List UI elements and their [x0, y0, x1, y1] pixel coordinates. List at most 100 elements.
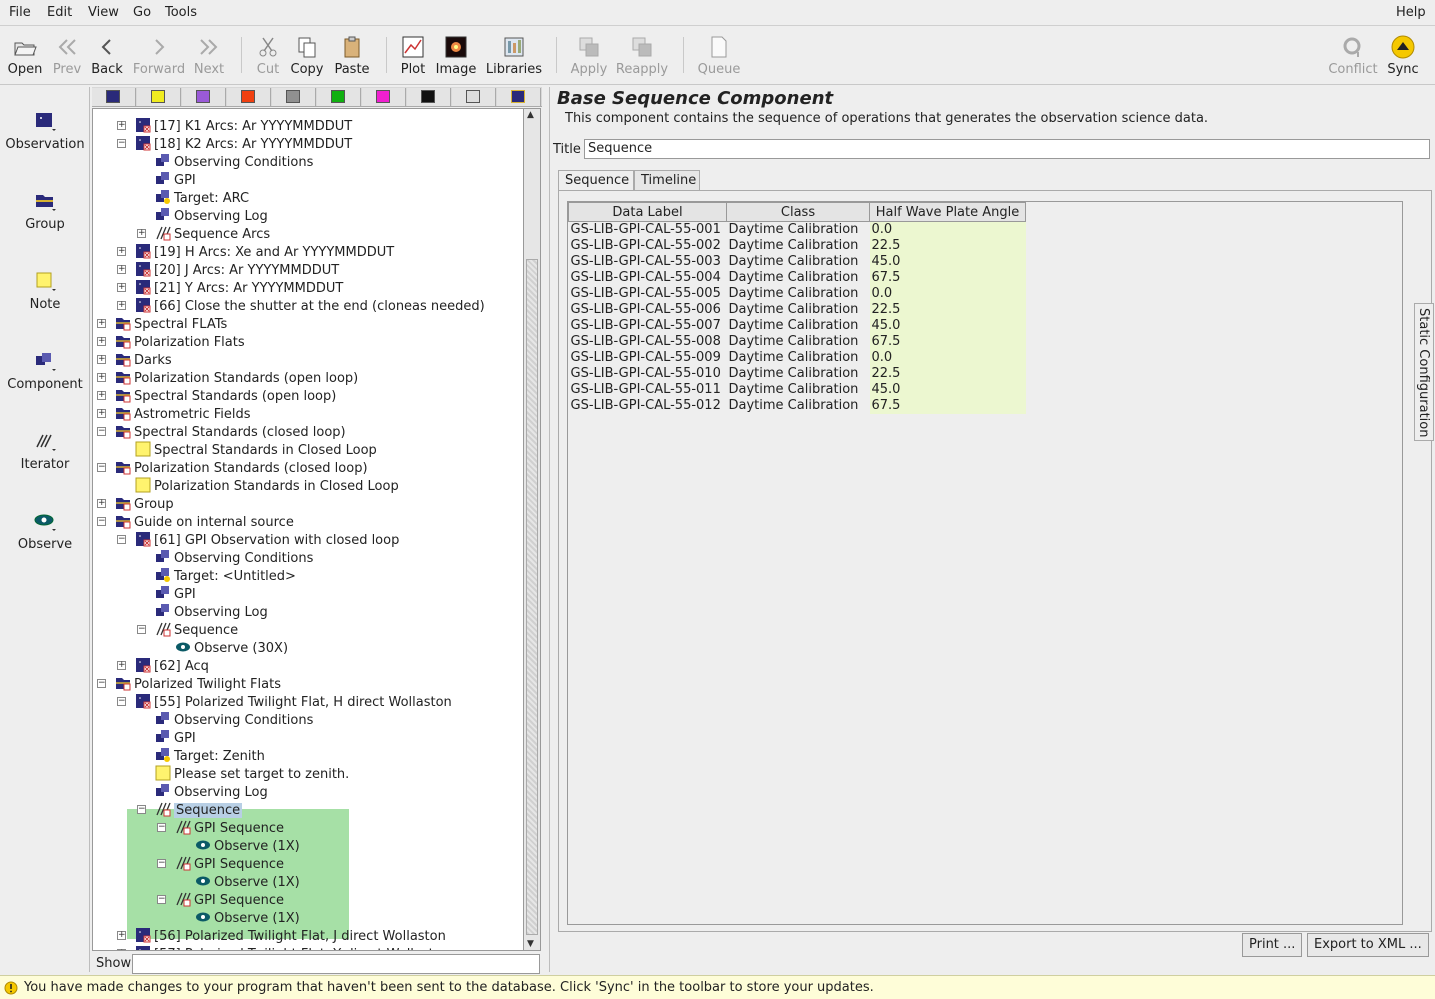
tree-node[interactable]: Observing Conditions — [155, 549, 313, 567]
filter-observation[interactable] — [92, 88, 136, 106]
table-row[interactable]: GS-LIB-GPI-CAL-55-009 Daytime Calibration… — [568, 350, 1026, 366]
expand-icon[interactable]: + — [137, 229, 146, 238]
menu-file[interactable]: File — [9, 5, 31, 20]
tree-node[interactable]: Observe (30X) — [175, 639, 288, 657]
tree-node[interactable]: Target: Zenith — [155, 747, 265, 765]
table-row[interactable]: GS-LIB-GPI-CAL-55-003 Daytime Calibration… — [568, 254, 1026, 270]
collapse-icon[interactable]: − — [157, 823, 166, 832]
forward-button[interactable]: Forward — [130, 27, 188, 83]
sync-button[interactable]: Sync — [1384, 27, 1422, 83]
reapply-button[interactable]: Reapply — [614, 27, 670, 83]
expand-icon[interactable]: + — [97, 499, 106, 508]
tree-node[interactable]: Observing Log — [155, 783, 268, 801]
tab-sequence[interactable]: Sequence — [558, 170, 634, 190]
tab-timeline[interactable]: Timeline — [634, 170, 700, 190]
tree-node[interactable]: GPI Sequence — [175, 819, 284, 837]
static-configuration-tab[interactable]: Static Configuration — [1414, 303, 1434, 441]
table-row[interactable]: GS-LIB-GPI-CAL-55-005 Daytime Calibration… — [568, 286, 1026, 302]
tree-node[interactable]: [19] H Arcs: Xe and Ar YYYYMMDDUT — [135, 243, 394, 261]
expand-icon[interactable]: + — [97, 355, 106, 364]
tree-node[interactable]: Spectral Standards in Closed Loop — [135, 441, 377, 459]
next-button[interactable]: Next — [190, 27, 228, 83]
tree-node[interactable]: [61] GPI Observation with closed loop — [135, 531, 399, 549]
tree-node[interactable]: Sequence — [155, 801, 243, 819]
table-row[interactable]: GS-LIB-GPI-CAL-55-006 Daytime Calibration… — [568, 302, 1026, 318]
open-button[interactable]: Open — [4, 27, 46, 83]
tree-node[interactable]: Guide on internal source — [115, 513, 294, 531]
tree-node[interactable]: Observe (1X) — [195, 837, 300, 855]
tree-node[interactable]: [20] J Arcs: Ar YYYYMMDDUT — [135, 261, 339, 279]
filter-gray[interactable] — [272, 88, 316, 106]
expand-icon[interactable]: + — [97, 319, 106, 328]
apply-button[interactable]: Apply — [566, 27, 612, 83]
tree-node[interactable]: Observe (1X) — [195, 909, 300, 927]
tree-node[interactable]: Polarization Standards (closed loop) — [115, 459, 368, 477]
table-row[interactable]: GS-LIB-GPI-CAL-55-008 Daytime Calibration… — [568, 334, 1026, 350]
tree-node[interactable]: Please set target to zenith. — [155, 765, 349, 783]
tree-node[interactable]: Polarization Standards (open loop) — [115, 369, 358, 387]
expand-icon[interactable]: + — [117, 265, 126, 274]
tree-node[interactable]: [55] Polarized Twilight Flat, H direct W… — [135, 693, 452, 711]
tree-node[interactable]: Observing Log — [155, 603, 268, 621]
menu-help[interactable]: Help — [1396, 5, 1426, 20]
tree-node[interactable]: Observing Log — [155, 207, 268, 225]
tree-scrollbar[interactable]: ▲ ▼ — [524, 108, 541, 951]
expand-icon[interactable]: + — [117, 301, 126, 310]
expand-icon[interactable]: + — [117, 949, 126, 950]
column-header-half-wave-plate-angle[interactable]: Half Wave Plate Angle — [869, 202, 1026, 222]
tree-node[interactable]: Darks — [115, 351, 172, 369]
expand-icon[interactable]: + — [97, 337, 106, 346]
tree-node[interactable]: [57] Polarized Twilight Flat, Y direct W… — [135, 945, 450, 950]
filter-green[interactable] — [317, 88, 361, 106]
scroll-thumb[interactable] — [526, 259, 538, 935]
table-row[interactable]: GS-LIB-GPI-CAL-55-001 Daytime Calibration… — [568, 221, 1026, 238]
tree-node[interactable]: [62] Acq — [135, 657, 209, 675]
tree-node[interactable]: Polarization Standards in Closed Loop — [135, 477, 399, 495]
table-row[interactable]: GS-LIB-GPI-CAL-55-012 Daytime Calibration… — [568, 398, 1026, 414]
collapse-icon[interactable]: − — [117, 535, 126, 544]
tree-node[interactable]: Spectral FLATs — [115, 315, 227, 333]
tree-node[interactable]: GPI Sequence — [175, 855, 284, 873]
tree-node[interactable]: [17] K1 Arcs: Ar YYYYMMDDUT — [135, 117, 352, 135]
tree-node[interactable]: [18] K2 Arcs: Ar YYYYMMDDUT — [135, 135, 352, 153]
palette-iterator[interactable]: Iterator — [0, 431, 90, 473]
collapse-icon[interactable]: − — [117, 139, 126, 148]
scroll-down-icon[interactable]: ▼ — [527, 939, 534, 949]
collapse-icon[interactable]: − — [97, 427, 106, 436]
palette-observation[interactable]: Observation — [0, 111, 90, 153]
tree-node[interactable]: [56] Polarized Twilight Flat, J direct W… — [135, 927, 446, 945]
tree-node[interactable]: GPI Sequence — [175, 891, 284, 909]
tree-node[interactable]: Observe (1X) — [195, 873, 300, 891]
filter-group[interactable] — [497, 88, 541, 106]
menu-tools[interactable]: Tools — [165, 5, 197, 20]
expand-icon[interactable]: + — [117, 121, 126, 130]
libraries-button[interactable]: Libraries — [484, 27, 544, 83]
collapse-icon[interactable]: − — [157, 859, 166, 868]
table-row[interactable]: GS-LIB-GPI-CAL-55-010 Daytime Calibration… — [568, 366, 1026, 382]
filter-white[interactable] — [452, 88, 496, 106]
collapse-icon[interactable]: − — [97, 517, 106, 526]
palette-observe[interactable]: Observe — [0, 511, 90, 553]
column-header-class[interactable]: Class — [726, 202, 870, 222]
tree-node[interactable]: Polarization Flats — [115, 333, 245, 351]
collapse-icon[interactable]: − — [137, 805, 146, 814]
tree-node[interactable]: Spectral Standards (closed loop) — [115, 423, 346, 441]
filter-orange[interactable] — [227, 88, 271, 106]
tree-node[interactable]: [66] Close the shutter at the end (clone… — [135, 297, 485, 315]
table-row[interactable]: GS-LIB-GPI-CAL-55-007 Daytime Calibration… — [568, 318, 1026, 334]
image-button[interactable]: Image — [434, 27, 478, 83]
copy-button[interactable]: Copy — [288, 27, 326, 83]
paste-button[interactable]: Paste — [330, 27, 374, 83]
expand-icon[interactable]: + — [117, 931, 126, 940]
column-header-data-label[interactable]: Data Label — [568, 202, 727, 222]
tree-node[interactable]: Observing Conditions — [155, 711, 313, 729]
queue-button[interactable]: Queue — [694, 27, 744, 83]
expand-icon[interactable]: + — [117, 247, 126, 256]
tree-node[interactable]: GPI — [155, 171, 196, 189]
expand-icon[interactable]: + — [97, 373, 106, 382]
menu-view[interactable]: View — [88, 5, 119, 20]
expand-icon[interactable]: + — [97, 409, 106, 418]
table-row[interactable]: GS-LIB-GPI-CAL-55-002 Daytime Calibration… — [568, 238, 1026, 254]
collapse-icon[interactable]: − — [137, 625, 146, 634]
filter-magenta[interactable] — [362, 88, 406, 106]
